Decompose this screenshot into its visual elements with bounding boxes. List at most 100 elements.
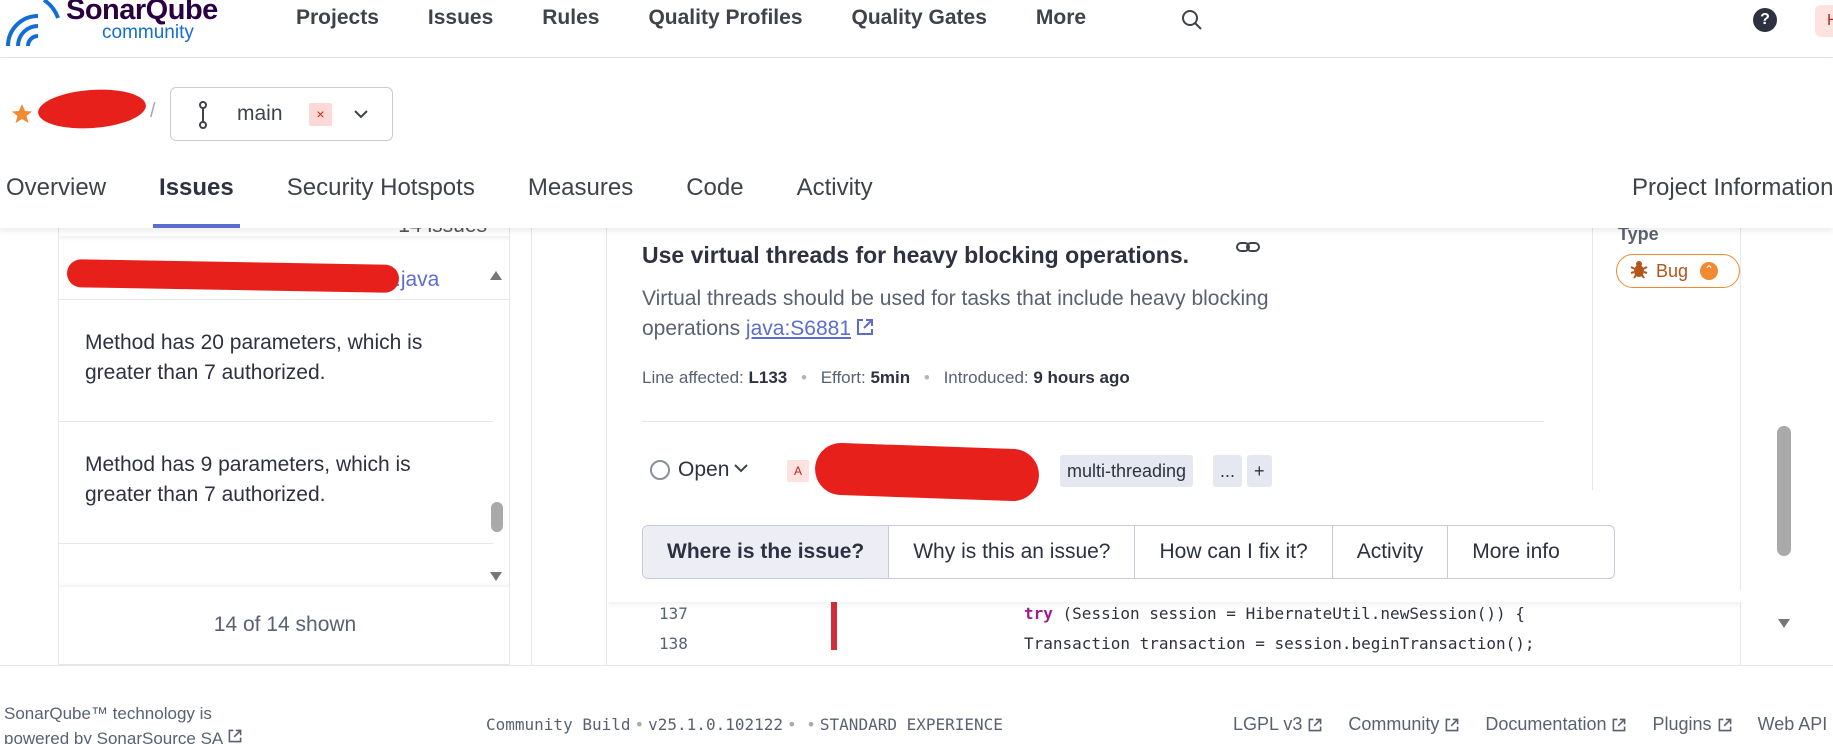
footer-link-documentation[interactable]: Documentation [1485,714,1627,735]
top-navigation: SonarQube community Projects Issues Rule… [0,0,1833,58]
tab-code[interactable]: Code [680,168,749,228]
status-dropdown[interactable]: Open [650,458,749,482]
favorite-star-icon[interactable] [10,102,34,131]
project-header: / main × Overview Issues Security Hotspo… [0,58,1833,228]
tab-more-info[interactable]: More info [1448,526,1584,578]
file-group-header[interactable]: .java [59,259,509,300]
panel-divider [531,200,532,665]
separator-dot: • [801,368,807,387]
sonarqube-logo[interactable]: SonarQube community [4,0,244,54]
tab-issues[interactable]: Issues [153,168,240,228]
list-item[interactable]: Method has 9 parameters, which is greate… [59,422,493,544]
scroll-up-arrow-icon[interactable] [489,268,503,286]
type-badge[interactable]: Bug ⌃ [1616,254,1740,288]
project-information-link[interactable]: Project Information [1632,168,1833,208]
issue-metadata: Line affected: L133 • Effort: 5min • Int… [642,368,1130,388]
redacted-file-path [66,259,400,293]
nav-more[interactable]: More [1036,6,1086,30]
tab-activity[interactable]: Activity [1333,526,1449,578]
section-divider [642,421,1544,422]
tag-more[interactable]: ... [1213,455,1243,487]
add-tag-button[interactable]: + [1247,455,1272,487]
build-name: Community Build [486,715,631,734]
redacted-project-name [36,86,148,132]
status-radio-icon [650,460,670,480]
external-link-icon [1446,718,1459,731]
user-avatar[interactable]: H [1815,5,1833,37]
list-item[interactable]: Method has 20 parameters, which is great… [59,300,493,422]
issue-description: Virtual threads should be used for tasks… [642,284,1342,346]
redacted-assignee-name [814,442,1040,502]
footer-links: LGPL v3 Community Documentation Plugins … [1233,714,1833,735]
tag-multi-threading[interactable]: multi-threading [1060,455,1194,487]
effort-label: Effort: [820,368,866,387]
footer-link-community[interactable]: Community [1348,714,1460,735]
search-icon[interactable] [1180,8,1204,37]
issue-detail-tabs: Where is the issue? Why is this an issue… [642,525,1615,579]
help-icon[interactable]: ? [1753,8,1777,32]
effort-value: 5min [870,368,911,387]
severity-up-icon: ⌃ [1700,262,1719,280]
external-link-icon[interactable] [855,316,875,346]
bug-icon [1629,259,1649,284]
footer-technology: SonarQube™ technology is powered by Sona… [4,701,264,744]
status-label: Open [678,458,730,481]
permalink-icon[interactable] [1235,238,1261,261]
scroll-down-arrow-icon[interactable] [489,570,503,588]
main-scrollbar-thumb[interactable] [1777,426,1791,556]
code-text: Transaction transaction = session.beginT… [1024,634,1535,653]
external-link-icon [1308,718,1322,731]
issue-title: Use virtual threads for heavy blocking o… [642,242,1190,268]
branch-warning-badge: × [309,103,332,126]
rule-link[interactable]: java:S6881 [746,317,851,340]
issue-list-footer: 14 of 14 shown [59,587,509,664]
line-label: Line affected: [642,368,744,387]
external-link-icon [1718,718,1731,731]
branch-icon [195,101,211,134]
shown-count: 14 of 14 shown [213,613,357,636]
description-text: Virtual threads should be used for tasks… [642,287,1269,340]
tab-how-can-i-fix-it[interactable]: How can I fix it? [1135,526,1333,578]
code-header-cover [608,590,1741,602]
build-version: v25.1.0.102122 [648,715,783,734]
tab-overview[interactable]: Overview [0,168,112,228]
brand-edition: community [102,22,194,43]
tab-security-hotspots[interactable]: Security Hotspots [281,168,481,228]
scroll-down-arrow-icon[interactable] [1777,617,1791,635]
issue-location-marker [831,620,837,650]
introduced-value: 9 hours ago [1033,368,1130,387]
introduced-label: Introduced: [943,368,1029,387]
tab-why-is-this-an-issue[interactable]: Why is this an issue? [889,526,1136,578]
chevron-down-icon [353,106,369,127]
experience-mode: STANDARD EXPERIENCE [819,715,1003,734]
nav-rules[interactable]: Rules [542,6,599,30]
branch-selector[interactable]: main × [170,87,393,141]
footer-version-info: Community Build • v25.1.0.102122 • • STANDAR… [486,715,1003,734]
project-tabs: Overview Issues Security Hotspots Measur… [0,168,920,228]
nav-projects[interactable]: Projects [296,6,379,30]
chevron-down-icon [733,458,749,482]
tab-where-is-the-issue[interactable]: Where is the issue? [643,526,890,578]
footer-tech-line: SonarQube™ technology is [4,704,212,723]
line-value: L133 [748,368,788,387]
external-link-icon [1613,718,1626,731]
sonarsource-link[interactable]: powered by SonarSource SA [4,726,264,744]
footer-link-lgpl[interactable]: LGPL v3 [1233,714,1323,735]
nav-quality-profiles[interactable]: Quality Profiles [648,6,802,30]
footer-link-web-api[interactable]: Web API [1758,714,1828,735]
line-number: 138 [659,634,688,653]
code-line: 138 Transaction transaction = session.be… [608,620,1741,653]
sonar-waves-icon [6,0,60,47]
footer-link-plugins[interactable]: Plugins [1652,714,1732,735]
list-scrollbar-thumb[interactable] [491,502,503,532]
external-link-icon [228,729,242,743]
tab-measures[interactable]: Measures [522,168,639,228]
separator-dot: • [923,368,930,387]
main-menu: Projects Issues Rules Quality Profiles Q… [296,6,1135,30]
tab-activity[interactable]: Activity [791,168,879,228]
issue-detail-panel: Use virtual threads for heavy blocking o… [606,200,1741,665]
assignee-avatar[interactable]: A [787,460,809,482]
nav-issues[interactable]: Issues [428,6,493,30]
issue-list-panel: 14 issues .java Method has 20 parameters… [58,200,510,665]
nav-quality-gates[interactable]: Quality Gates [852,6,987,30]
